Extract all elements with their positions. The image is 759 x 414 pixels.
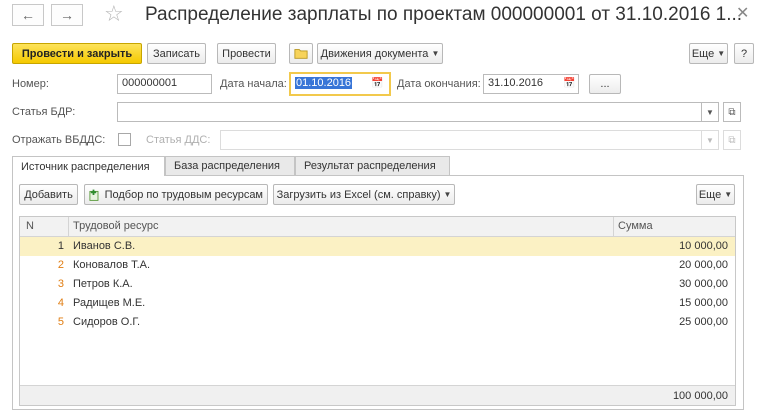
table-more-button[interactable]: Еще ▼ bbox=[696, 184, 735, 205]
load-excel-button[interactable]: Загрузить из Excel (см. справку) ▼ bbox=[273, 184, 455, 205]
column-header-amount[interactable]: Сумма bbox=[618, 220, 653, 232]
bdr-label: Статья БДР: bbox=[12, 106, 76, 118]
save-button[interactable]: Записать bbox=[147, 43, 206, 64]
post-and-close-button[interactable]: Провести и закрыть bbox=[12, 43, 142, 64]
row-resource: Коновалов Т.А. bbox=[73, 259, 151, 271]
tab-distribution-base[interactable]: База распределения bbox=[165, 156, 295, 175]
chevron-down-icon: ▼ bbox=[443, 190, 452, 199]
pick-resources-button[interactable]: Подбор по трудовым ресурсам bbox=[84, 184, 268, 205]
table-row[interactable]: 4 Радищев М.Е. 15 000,00 bbox=[20, 294, 735, 313]
row-amount: 30 000,00 bbox=[679, 278, 728, 290]
add-button[interactable]: Добавить bbox=[19, 184, 78, 205]
table-row[interactable]: 1 Иванов С.В. 10 000,00 bbox=[20, 237, 735, 256]
row-number: 5 bbox=[57, 316, 64, 328]
star-icon[interactable]: ☆ bbox=[104, 1, 124, 27]
row-amount: 10 000,00 bbox=[679, 240, 728, 252]
row-resource: Иванов С.В. bbox=[73, 240, 136, 252]
table-row[interactable]: 5 Сидоров О.Г. 25 000,00 bbox=[20, 313, 735, 332]
row-amount: 25 000,00 bbox=[679, 316, 728, 328]
column-separator bbox=[613, 217, 614, 237]
back-button[interactable]: ← bbox=[12, 4, 44, 26]
table-footer: 100 000,00 bbox=[20, 385, 735, 405]
pick-icon bbox=[89, 189, 99, 201]
table-header: N Трудовой ресурс Сумма bbox=[20, 217, 735, 237]
open-icon: ⧉ bbox=[723, 130, 741, 150]
close-icon[interactable]: ✕ bbox=[736, 3, 749, 23]
table-row[interactable]: 2 Коновалов Т.А. 20 000,00 bbox=[20, 256, 735, 275]
calendar-icon[interactable]: 📅 bbox=[371, 78, 383, 89]
table-row[interactable]: 3 Петров К.А. 30 000,00 bbox=[20, 275, 735, 294]
table-more-label: Еще bbox=[698, 188, 722, 201]
folder-button[interactable] bbox=[289, 43, 313, 64]
number-label: Номер: bbox=[12, 78, 49, 90]
chevron-down-icon: ▼ bbox=[701, 130, 719, 150]
reflect-vbdds-checkbox[interactable] bbox=[118, 133, 131, 146]
more-button[interactable]: Еще ▼ bbox=[689, 43, 728, 64]
row-number: 4 bbox=[57, 297, 64, 309]
window-title: Распределение зарплаты по проектам 00000… bbox=[145, 4, 743, 25]
chevron-down-icon[interactable]: ▼ bbox=[701, 102, 719, 122]
post-button[interactable]: Провести bbox=[217, 43, 276, 64]
chevron-down-icon: ▼ bbox=[724, 190, 733, 199]
tab-distribution-result[interactable]: Результат распределения bbox=[295, 156, 450, 175]
arrow-left-icon: ← bbox=[21, 7, 35, 23]
row-amount: 20 000,00 bbox=[679, 259, 728, 271]
period-button[interactable]: ... bbox=[589, 74, 621, 94]
number-field[interactable]: 000000001 bbox=[117, 74, 212, 94]
row-number: 3 bbox=[57, 278, 64, 290]
tab-distribution-source[interactable]: Источник распределения bbox=[12, 156, 165, 176]
pick-resources-label: Подбор по трудовым ресурсам bbox=[104, 188, 263, 201]
more-label: Еще bbox=[691, 47, 715, 60]
row-resource: Петров К.А. bbox=[73, 278, 133, 290]
chevron-down-icon: ▼ bbox=[717, 49, 726, 58]
help-button[interactable]: ? bbox=[734, 43, 754, 64]
column-header-resource[interactable]: Трудовой ресурс bbox=[73, 220, 159, 232]
document-movements-label: Движения документа bbox=[320, 47, 429, 60]
row-amount: 15 000,00 bbox=[679, 297, 728, 309]
start-date-label: Дата начала: bbox=[220, 78, 287, 90]
dds-label: Статья ДДС: bbox=[146, 134, 211, 146]
bdr-field[interactable] bbox=[117, 102, 719, 122]
column-header-n[interactable]: N bbox=[26, 220, 34, 232]
calendar-icon[interactable]: 📅 bbox=[563, 78, 575, 89]
start-date-value: 01.10.2016 bbox=[295, 77, 353, 89]
chevron-down-icon: ▼ bbox=[431, 49, 440, 58]
forward-button[interactable]: → bbox=[51, 4, 83, 26]
resources-table[interactable]: N Трудовой ресурс Сумма 1 Иванов С.В. 10… bbox=[19, 216, 736, 406]
dds-field bbox=[220, 130, 719, 150]
folder-icon bbox=[294, 49, 308, 59]
total-amount: 100 000,00 bbox=[672, 390, 728, 402]
end-date-label: Дата окончания: bbox=[397, 78, 481, 90]
column-separator bbox=[68, 217, 69, 237]
arrow-right-icon: → bbox=[60, 7, 74, 23]
row-number: 2 bbox=[57, 259, 64, 271]
load-excel-label: Загрузить из Excel (см. справку) bbox=[276, 188, 441, 201]
row-number: 1 bbox=[57, 240, 64, 252]
row-resource: Радищев М.Е. bbox=[73, 297, 146, 309]
reflect-vbdds-label: Отражать ВБДДС: bbox=[12, 134, 106, 146]
row-resource: Сидоров О.Г. bbox=[73, 316, 141, 328]
open-icon[interactable]: ⧉ bbox=[723, 102, 741, 122]
document-movements-button[interactable]: Движения документа ▼ bbox=[317, 43, 443, 64]
